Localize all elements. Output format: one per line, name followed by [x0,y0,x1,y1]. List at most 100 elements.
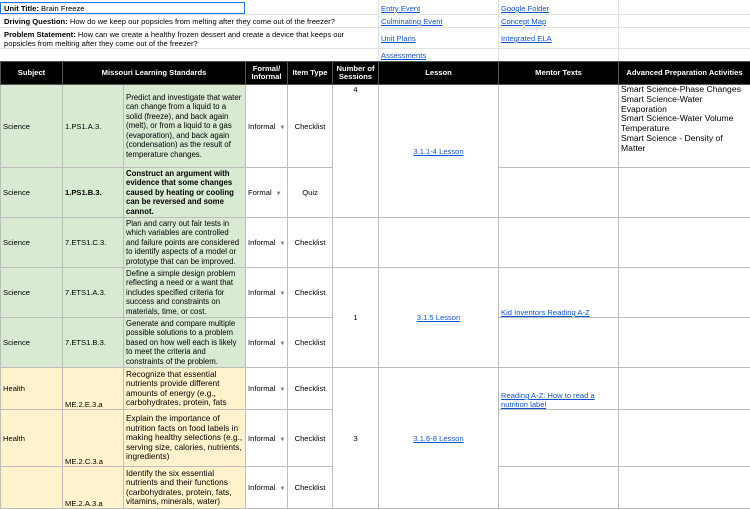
column-header[interactable]: Lesson [379,62,499,85]
standard-text-cell[interactable]: Construct an argument with evidence that… [124,168,246,218]
problem-statement-cell[interactable]: Problem Statement: How can we create a h… [4,30,376,49]
subject-cell[interactable]: Health [1,368,63,410]
assessments-link[interactable]: Assessments [381,51,426,60]
subject-cell[interactable]: Science [1,168,63,218]
lesson-cell[interactable]: 3.1.6-8 Lesson [379,368,499,509]
standard-code-cell[interactable]: ME.2.C.3.a [63,410,124,467]
standard-code-cell[interactable]: 7.ETS1.B.3. [63,318,124,368]
item-type-cell[interactable]: Checklist [288,467,333,509]
driving-question-cell[interactable]: Driving Question: How do we keep our pop… [4,17,376,26]
formal-dropdown[interactable]: Informal▼ [246,467,288,509]
culminating-event-link[interactable]: Culminating Event [381,17,443,26]
unit-header: Unit Title: Brain Freeze Driving Questio… [0,0,750,61]
sessions-cell[interactable] [333,218,379,268]
standard-code-cell[interactable]: 1.PS1.A.3. [63,85,124,168]
subject-cell[interactable]: Health [1,410,63,467]
divider [378,0,379,61]
lesson-cell[interactable]: 3.1.5 Lesson [379,268,499,368]
standard-text-cell[interactable]: Predict and investigate that water can c… [124,85,246,168]
standards-table: Subject Missouri Learning Standards Form… [0,61,750,509]
formal-dropdown[interactable]: Informal▼ [246,218,288,268]
column-header[interactable]: Item Type [288,62,333,85]
column-header[interactable]: Advanced Preparation Activities [619,62,750,85]
column-header[interactable]: Mentor Texts [499,62,619,85]
formal-dropdown[interactable]: Informal▼ [246,85,288,168]
integrated-ela-link[interactable]: Integrated ELA [501,34,552,43]
formal-dropdown[interactable]: Informal▼ [246,268,288,318]
standard-code-cell[interactable]: 1.PS1.B.3. [63,168,124,218]
mentor-text-cell[interactable] [499,168,619,218]
formal-value: Informal [248,288,275,297]
lesson-link[interactable]: 3.1.5 Lesson [417,313,461,322]
sessions-cell[interactable]: 3 [333,368,379,509]
item-type-cell[interactable]: Quiz [288,168,333,218]
subject-cell[interactable]: Science [1,85,63,168]
standard-text-cell[interactable]: Plan and carry out fair tests in which v… [124,218,246,268]
formal-value: Informal [248,384,275,393]
advanced-prep-cell[interactable]: Smart Science-Phase Changes Smart Scienc… [619,85,750,168]
advanced-prep-cell[interactable] [619,218,750,268]
mentor-text-cell[interactable] [499,467,619,509]
sessions-cell[interactable]: 1 [333,268,379,368]
table-row: Science 7.ETS1.A.3. Define a simple desi… [1,268,750,318]
formal-value: Informal [248,434,275,443]
entry-event-link[interactable]: Entry Event [381,4,420,13]
standard-code-cell[interactable]: 7.ETS1.A.3. [63,268,124,318]
unit-title-value: Brain Freeze [41,4,84,13]
standard-text-cell[interactable]: Identify the six essential nutrients and… [124,467,246,509]
item-type-cell[interactable]: Checklist [288,268,333,318]
lesson-cell[interactable] [379,218,499,268]
advanced-prep-item: Smart Science-Water Volume Temperature [621,114,748,134]
google-folder-link[interactable]: Google Folder [501,4,549,13]
standard-code-cell[interactable]: 7.ETS1.C.3. [63,218,124,268]
formal-dropdown[interactable]: Informal▼ [246,318,288,368]
advanced-prep-cell[interactable] [619,168,750,218]
mentor-text-cell[interactable] [499,85,619,168]
table-row: Science 7.ETS1.C.3. Plan and carry out f… [1,218,750,268]
mentor-text-link[interactable]: Reading A-Z: How to read a nutrition lab… [501,391,595,409]
driving-question-value: How do we keep our popsicles from meltin… [70,17,335,26]
advanced-prep-cell[interactable] [619,368,750,410]
mentor-text-cell[interactable]: Reading A-Z: How to read a nutrition lab… [499,368,619,410]
concept-map-link[interactable]: Concept Map [501,17,546,26]
lesson-cell[interactable]: 3.1.1-4 Lesson [379,85,499,218]
standard-text-cell[interactable]: Generate and compare multiple possible s… [124,318,246,368]
subject-cell[interactable] [1,467,63,509]
column-header[interactable]: Formal/ Informal [246,62,288,85]
mentor-text-cell[interactable] [499,410,619,467]
advanced-prep-cell[interactable] [619,268,750,318]
lesson-link[interactable]: 3.1.6-8 Lesson [413,434,463,443]
subject-cell[interactable]: Science [1,268,63,318]
item-type-cell[interactable]: Checklist [288,85,333,168]
item-type-cell[interactable]: Checklist [288,368,333,410]
item-type-cell[interactable]: Checklist [288,318,333,368]
mentor-text-cell[interactable]: Kid Inventors Reading A-Z [499,268,619,318]
advanced-prep-cell[interactable] [619,318,750,368]
item-type-cell[interactable]: Checklist [288,218,333,268]
standard-code-cell[interactable]: ME.2.A.3.a [63,467,124,509]
column-header[interactable]: Subject [1,62,63,85]
formal-dropdown[interactable]: Informal▼ [246,368,288,410]
standard-text-cell[interactable]: Define a simple design problem reflectin… [124,268,246,318]
formal-value: Informal [248,483,275,492]
lesson-link[interactable]: 3.1.1-4 Lesson [413,147,463,156]
column-header[interactable]: Missouri Learning Standards [63,62,246,85]
formal-dropdown[interactable]: Informal▼ [246,410,288,467]
advanced-prep-cell[interactable] [619,410,750,467]
sessions-cell[interactable]: 4 [333,85,379,218]
formal-dropdown[interactable]: Formal▼ [246,168,288,218]
unit-plans-link[interactable]: Unit Plans [381,34,416,43]
standard-code-cell[interactable]: ME.2.E.3.a [63,368,124,410]
column-header[interactable]: Number of Sessions [333,62,379,85]
mentor-text-cell[interactable] [499,218,619,268]
subject-cell[interactable]: Science [1,318,63,368]
unit-title-cell[interactable]: Unit Title: Brain Freeze [0,2,245,14]
advanced-prep-item: Smart Science-Water Evaporation [621,95,748,115]
mentor-text-cell[interactable] [499,318,619,368]
item-type-cell[interactable]: Checklist [288,410,333,467]
subject-cell[interactable]: Science [1,218,63,268]
standard-text-cell[interactable]: Recognize that essential nutrients provi… [124,368,246,410]
standard-text-cell[interactable]: Explain the importance of nutrition fact… [124,410,246,467]
advanced-prep-cell[interactable] [619,467,750,509]
mentor-text-link[interactable]: Kid Inventors Reading A-Z [501,308,590,317]
